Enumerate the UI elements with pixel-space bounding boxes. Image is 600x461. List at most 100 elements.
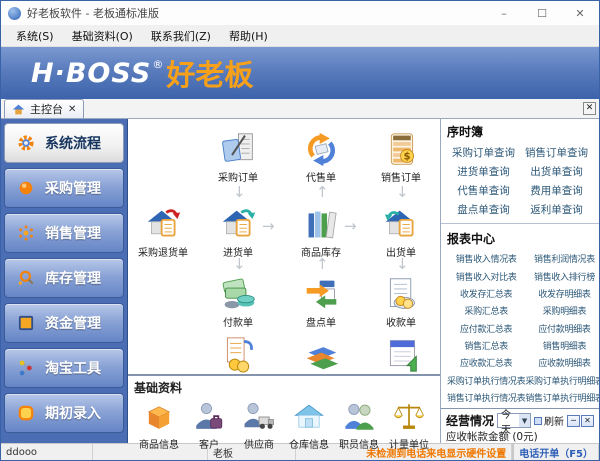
- close-button[interactable]: ✕: [561, 1, 599, 25]
- report-link[interactable]: 销售收入对比表: [447, 267, 525, 284]
- supplier-icon: [244, 402, 274, 429]
- report-link[interactable]: 应收款汇总表: [447, 354, 525, 371]
- report-link[interactable]: 销售利润情况表: [525, 250, 599, 267]
- registered-mark: ®: [152, 57, 164, 71]
- menu-help[interactable]: 帮助(H): [220, 25, 277, 47]
- sidebar-item-opening-entry[interactable]: 期初录入: [4, 393, 124, 433]
- report-link[interactable]: 采购汇总表: [447, 302, 525, 319]
- brand-banner: H·BOSS ® 好老板: [1, 47, 599, 99]
- basic-data-title: 基础资料: [134, 381, 183, 395]
- flow-node-purchase-order[interactable]: 采购订单: [203, 131, 273, 184]
- basic-item-suppliers[interactable]: 供应商: [234, 400, 284, 451]
- books-stack-icon: [306, 347, 338, 370]
- warehouse-icon: [294, 404, 324, 428]
- app-window: 好老板软件 - 老板通标准版 – ☐ ✕ 系统(S) 基础资料(O) 联系我们(…: [0, 0, 600, 461]
- panel-close-button[interactable]: ✕: [581, 414, 594, 427]
- link-purchase-order-query[interactable]: 采购订单查询: [447, 143, 520, 162]
- arrow-up-icon: ↑: [316, 255, 329, 273]
- system-flow-canvas: 采购订单 代售单 $ 销售订单 ↓ ↑ ↓ 采购退货单 进货单 商品库存 出货单…: [128, 119, 441, 451]
- sidebar-label: 库存管理: [45, 271, 101, 287]
- flow-node-doc-coins[interactable]: [203, 336, 273, 373]
- report-link[interactable]: 销售汇总表: [447, 337, 525, 354]
- menu-contact-us[interactable]: 联系我们(Z): [142, 25, 220, 47]
- phone-order-button[interactable]: 电话开单（F5）: [512, 444, 599, 460]
- link-goods-issue-query[interactable]: 出货单查询: [520, 162, 593, 181]
- basic-item-products[interactable]: 商品信息: [134, 400, 184, 451]
- flow-node-payment[interactable]: 付款单: [203, 276, 273, 329]
- receipt-money-icon: [389, 278, 415, 309]
- flow-node-receipt[interactable]: 收款单: [366, 276, 436, 329]
- tab-main-console[interactable]: 主控台 ✕: [4, 99, 85, 118]
- panel-minimize-button[interactable]: ─: [567, 414, 580, 427]
- sidebar-item-inventory[interactable]: 库存管理: [4, 258, 124, 298]
- period-dropdown[interactable]: 今天 ▼: [497, 410, 531, 436]
- link-goods-receipt-query[interactable]: 进货单查询: [447, 162, 520, 181]
- title-bar: 好老板软件 - 老板通标准版 – ☐ ✕: [1, 1, 599, 25]
- flow-node-books-stack[interactable]: [286, 336, 356, 373]
- report-link[interactable]: 采购明细表: [525, 302, 599, 319]
- report-link[interactable]: 应付款明细表: [525, 320, 599, 337]
- rounded-square-icon: [18, 405, 34, 421]
- report-link[interactable]: 应付款汇总表: [447, 320, 525, 337]
- basic-item-warehouses[interactable]: 仓库信息: [284, 400, 334, 451]
- flow-node-sales-order[interactable]: $ 销售订单: [366, 131, 436, 184]
- sidebar-item-funds[interactable]: 资金管理: [4, 303, 124, 343]
- basic-data-section: 基础资料 商品信息 客户 供应商 仓库信息 职员信息 计量单位: [128, 374, 440, 451]
- tab-close-icon[interactable]: ✕: [68, 104, 76, 115]
- tab-label: 主控台: [30, 103, 63, 116]
- flow-node-consignment[interactable]: 代售单: [286, 131, 356, 184]
- status-left: ddooo: [1, 444, 93, 460]
- link-consignment-query[interactable]: 代售单查询: [447, 181, 520, 200]
- refresh-label: 刷新: [544, 417, 564, 429]
- link-stocktake-query[interactable]: 盘点单查询: [447, 200, 520, 219]
- panel-close-icon[interactable]: ✕: [583, 102, 596, 115]
- basic-item-label: 客户: [199, 440, 219, 451]
- flow-node-stocktake[interactable]: 盘点单: [286, 276, 356, 329]
- basic-item-staff[interactable]: 职员信息: [334, 400, 384, 451]
- report-link[interactable]: 销售订单执行明细表: [525, 389, 599, 406]
- basic-item-label: 计量单位: [389, 440, 429, 451]
- flow-node-goods-issue[interactable]: 出货单: [366, 206, 436, 259]
- arrow-down-icon: ↓: [233, 255, 246, 273]
- sidebar-item-sales[interactable]: 销售管理: [4, 213, 124, 253]
- basic-item-units[interactable]: 计量单位: [384, 400, 434, 451]
- doc-coins-icon: [226, 337, 253, 373]
- menu-system[interactable]: 系统(S): [7, 25, 63, 47]
- sidebar-item-system-flow[interactable]: 系统流程: [4, 123, 124, 163]
- divider: [441, 223, 599, 224]
- report-link[interactable]: 销售订单执行情况表: [447, 389, 526, 406]
- sidebar-item-purchase[interactable]: 采购管理: [4, 168, 124, 208]
- journal-section: 序时簿 采购订单查询 销售订单查询 进货单查询 出货单查询 代售单查询 费用单查…: [441, 119, 599, 221]
- report-link[interactable]: 采购订单执行明细表: [525, 372, 599, 389]
- chevron-down-icon: ▼: [519, 414, 530, 428]
- journal-title: 序时簿: [447, 125, 484, 139]
- calendar-arrow-icon: [389, 340, 417, 372]
- report-link[interactable]: 收发存汇总表: [447, 285, 525, 302]
- report-link[interactable]: 销售明细表: [525, 337, 599, 354]
- sidebar-item-taobao-tools[interactable]: 淘宝工具: [4, 348, 124, 388]
- maximize-button[interactable]: ☐: [523, 1, 561, 25]
- flow-node-label: 采购退货单: [138, 248, 188, 259]
- refresh-button[interactable]: 刷新: [534, 413, 564, 428]
- link-expense-query[interactable]: 费用单查询: [520, 181, 593, 200]
- flow-node-purchase-return[interactable]: 采购退货单: [128, 206, 198, 259]
- report-link[interactable]: 销售收入排行榜: [525, 267, 599, 284]
- report-link[interactable]: 应收款明细表: [525, 354, 599, 371]
- report-link[interactable]: 收发存明细表: [525, 285, 599, 302]
- flow-node-label: 销售订单: [381, 173, 421, 184]
- menu-bar: 系统(S) 基础资料(O) 联系我们(Z) 帮助(H): [1, 25, 599, 47]
- flow-node-calendar-doc[interactable]: [366, 336, 436, 373]
- square-icon: [18, 315, 34, 331]
- minimize-button[interactable]: –: [485, 1, 523, 25]
- link-rebate-query[interactable]: 返利单查询: [520, 200, 593, 219]
- menu-basic-data[interactable]: 基础资料(O): [63, 25, 142, 47]
- gear-icon: [18, 135, 34, 151]
- arrow-up-icon: ↑: [316, 183, 329, 201]
- report-link[interactable]: 采购订单执行情况表: [447, 372, 526, 389]
- report-link[interactable]: 销售收入情况表: [447, 250, 525, 267]
- link-sales-order-query[interactable]: 销售订单查询: [520, 143, 593, 162]
- house-return-icon: [147, 209, 180, 237]
- arrow-down-icon: ↓: [396, 255, 409, 273]
- reports-section: 报表中心 销售收入情况表 销售利润情况表 销售收入对比表 销售收入排行榜 收发存…: [441, 226, 599, 408]
- basic-item-customers[interactable]: 客户: [184, 400, 234, 451]
